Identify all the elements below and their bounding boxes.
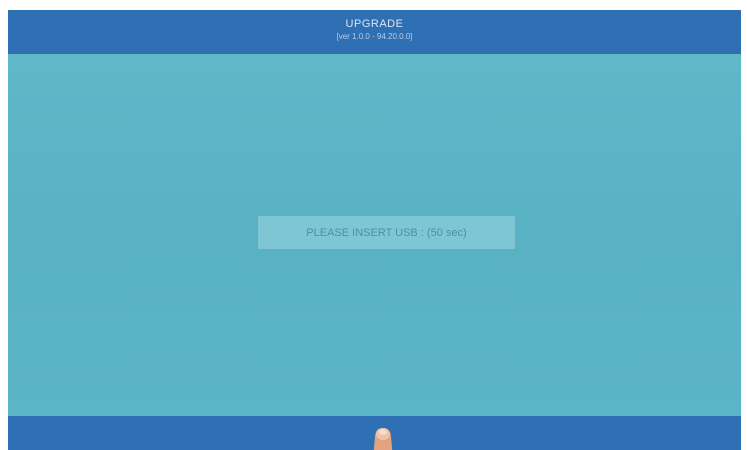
usb-prompt-message: PLEASE INSERT USB : (50 sec) — [258, 216, 515, 249]
version-label: [ver 1.0.0 - 94.20.0.0] — [336, 32, 413, 41]
device-screen: UPGRADE [ver 1.0.0 - 94.20.0.0] PLEASE I… — [8, 10, 741, 450]
header-bar: UPGRADE [ver 1.0.0 - 94.20.0.0] — [8, 10, 741, 54]
page-title: UPGRADE — [345, 18, 404, 30]
pointing-finger-icon — [373, 428, 393, 450]
main-content: PLEASE INSERT USB : (50 sec) — [8, 54, 741, 416]
